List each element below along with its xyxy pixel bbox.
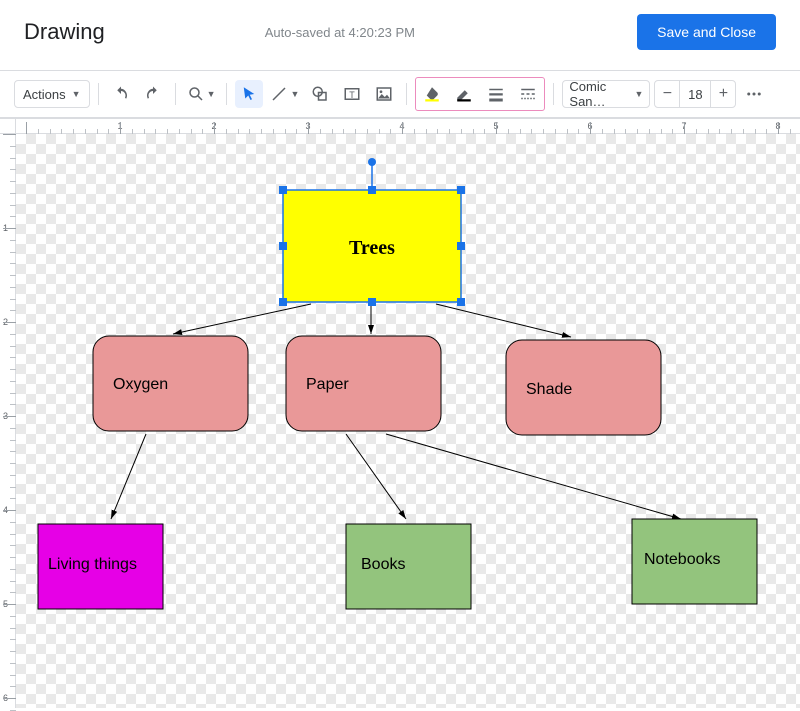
chevron-down-icon: ▼ — [207, 89, 216, 99]
font-size-decrease[interactable]: − — [655, 81, 679, 107]
ruler-corner — [0, 118, 16, 134]
node-living-things[interactable]: Living things — [38, 524, 163, 609]
chevron-down-icon: ▼ — [72, 89, 81, 99]
actions-menu[interactable]: Actions ▼ — [14, 80, 90, 108]
autosave-status: Auto-saved at 4:20:23 PM — [265, 25, 637, 40]
font-size-increase[interactable]: + — [711, 81, 735, 107]
zoom-button[interactable]: ▼ — [184, 80, 219, 108]
node-paper-label: Paper — [306, 376, 349, 393]
vertical-ruler[interactable]: 123456 — [0, 118, 16, 708]
font-family-selector[interactable]: Comic San… ▼ — [562, 80, 650, 108]
node-books-label: Books — [361, 556, 405, 573]
separator — [226, 83, 227, 105]
page-title: Drawing — [24, 19, 105, 45]
actions-label: Actions — [23, 87, 66, 102]
textbox-tool[interactable]: T — [338, 80, 366, 108]
chevron-down-icon: ▼ — [634, 89, 643, 99]
drawing-canvas[interactable]: Trees Oxygen Pa — [16, 134, 800, 708]
node-living-label: Living things — [48, 556, 137, 573]
format-highlight-group — [415, 77, 545, 111]
shape-tool[interactable] — [306, 80, 334, 108]
select-tool[interactable] — [235, 80, 263, 108]
node-notebooks-label: Notebooks — [644, 551, 721, 568]
chevron-down-icon: ▼ — [290, 89, 299, 99]
node-notebooks[interactable]: Notebooks — [632, 519, 757, 604]
header: Drawing Auto-saved at 4:20:23 PM Save an… — [0, 0, 800, 70]
node-shade-label: Shade — [526, 381, 572, 398]
node-trees-label: Trees — [349, 237, 395, 259]
toolbar: Actions ▼ ▼ ▼ T — [0, 71, 800, 117]
fill-color-button[interactable] — [418, 80, 446, 108]
separator — [553, 83, 554, 105]
svg-text:T: T — [350, 90, 356, 100]
separator — [175, 83, 176, 105]
font-size-group: − + — [654, 80, 736, 108]
node-shade[interactable]: Shade — [506, 340, 661, 435]
separator — [406, 83, 407, 105]
arrow-paper-books[interactable] — [346, 434, 406, 519]
font-size-input[interactable] — [679, 81, 711, 107]
undo-button[interactable] — [107, 80, 135, 108]
border-color-button[interactable] — [450, 80, 478, 108]
redo-button[interactable] — [139, 80, 167, 108]
arrow-trees-shade[interactable] — [436, 304, 571, 337]
separator — [98, 83, 99, 105]
font-name: Comic San… — [569, 79, 632, 109]
arrow-oxygen-living[interactable] — [111, 434, 146, 519]
node-oxygen-label: Oxygen — [113, 376, 168, 393]
node-oxygen[interactable]: Oxygen — [93, 336, 248, 431]
node-books[interactable]: Books — [346, 524, 471, 609]
more-options-button[interactable] — [740, 80, 768, 108]
image-tool[interactable] — [370, 80, 398, 108]
canvas-area: 12345678 123456 Trees — [0, 118, 800, 708]
arrow-trees-oxygen[interactable] — [173, 304, 311, 334]
line-tool[interactable]: ▼ — [267, 80, 302, 108]
node-paper[interactable]: Paper — [286, 336, 441, 431]
arrow-paper-notebooks[interactable] — [386, 434, 681, 519]
node-trees[interactable]: Trees — [279, 158, 465, 306]
horizontal-ruler[interactable]: 12345678 — [16, 118, 800, 134]
save-and-close-button[interactable]: Save and Close — [637, 14, 776, 50]
drawing-stage: Trees Oxygen Pa — [16, 134, 800, 708]
border-weight-button[interactable] — [482, 80, 510, 108]
border-dash-button[interactable] — [514, 80, 542, 108]
